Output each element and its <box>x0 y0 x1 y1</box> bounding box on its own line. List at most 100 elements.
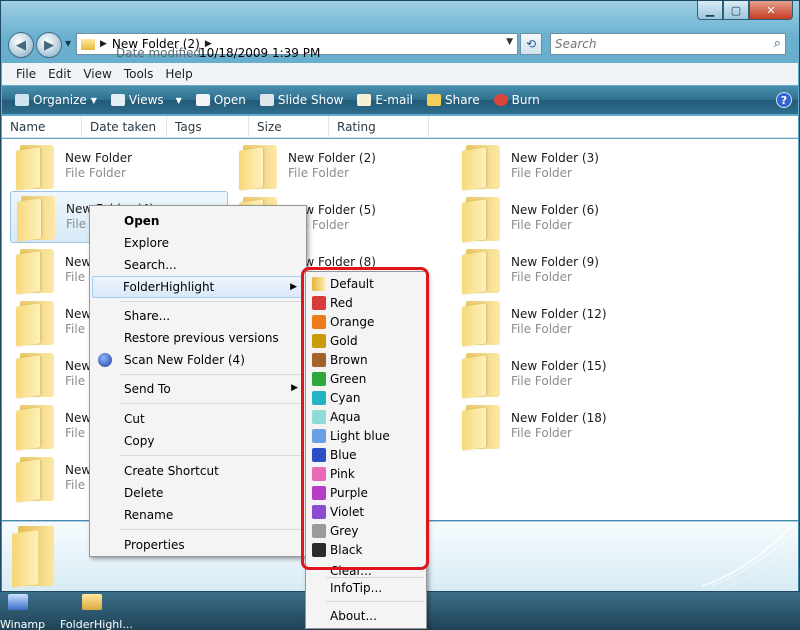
share-button[interactable]: Share <box>420 93 487 107</box>
slideshow-label: Slide Show <box>277 93 344 107</box>
close-button[interactable]: ✕ <box>749 1 793 20</box>
file-item[interactable]: New Folder (12) File Folder <box>456 297 674 349</box>
folder-icon <box>462 197 502 243</box>
menu-explore[interactable]: Explore <box>92 232 304 254</box>
details-date-value: 10/18/2009 1:39 PM <box>199 46 321 60</box>
views-label: Views <box>128 93 164 107</box>
desktop-label-folderhighlight: FolderHighl... <box>60 618 133 630</box>
folder-icon <box>462 301 502 347</box>
search-box: ⌕ <box>550 33 786 55</box>
menu-help[interactable]: Help <box>159 67 198 81</box>
open-label: Open <box>213 93 246 107</box>
menu-share[interactable]: Share... <box>92 305 304 327</box>
menu-search[interactable]: Search... <box>92 254 304 276</box>
email-button[interactable]: E-mail <box>350 93 420 107</box>
slideshow-button[interactable]: Slide Show <box>253 93 350 107</box>
menu-send-to[interactable]: Send To ▶ <box>92 378 304 400</box>
winamp-icon[interactable] <box>8 594 28 610</box>
open-button[interactable]: Open <box>189 93 253 107</box>
organize-icon <box>15 94 29 106</box>
file-type: File Folder <box>511 270 572 284</box>
menu-view[interactable]: View <box>77 67 117 81</box>
folder-icon <box>16 405 56 451</box>
menu-send-to-label: Send To <box>124 382 171 396</box>
file-item[interactable]: New Folder (2) File Folder <box>233 141 451 193</box>
column-size[interactable]: Size <box>249 116 329 138</box>
file-item[interactable]: New Folder (6) File Folder <box>456 193 674 245</box>
search-icon[interactable]: ⌕ <box>774 36 781 51</box>
file-type: File Folder <box>511 166 572 180</box>
file-item[interactable]: New Folder File Folder <box>10 141 228 193</box>
folder-icon <box>16 353 56 399</box>
menu-tools[interactable]: Tools <box>118 67 160 81</box>
back-button[interactable]: ◀ <box>8 32 34 58</box>
share-label: Share <box>444 93 480 107</box>
folder-icon <box>12 526 56 588</box>
chevron-down-icon: ▼ <box>175 95 182 105</box>
menu-about[interactable]: About... <box>306 607 424 626</box>
slideshow-icon <box>259 94 274 106</box>
address-dropdown-icon[interactable]: ▼ <box>506 37 513 47</box>
folder-icon <box>16 145 56 191</box>
organize-button[interactable]: Organize ▼ <box>8 93 104 107</box>
column-name[interactable]: Name <box>2 116 82 138</box>
forward-arrow-icon: ▶ <box>44 37 54 53</box>
file-name: New Folder (12) <box>511 307 607 321</box>
menu-restore-versions[interactable]: Restore previous versions <box>92 327 304 349</box>
menu-open[interactable]: Open <box>92 210 304 232</box>
folder-icon <box>462 145 502 191</box>
menu-rename[interactable]: Rename <box>92 504 304 526</box>
menu-copy[interactable]: Copy <box>92 430 304 452</box>
minimize-button[interactable]: ▁ <box>697 1 723 20</box>
command-toolbar: Organize ▼ Views ▼ Open Slide Show E-mail … <box>2 86 798 114</box>
folder-icon <box>16 301 56 347</box>
chevron-down-icon: ▼ <box>90 95 97 105</box>
menu-edit[interactable]: Edit <box>42 67 77 81</box>
email-icon <box>357 94 372 106</box>
forward-button[interactable]: ▶ <box>36 32 62 58</box>
share-icon <box>426 94 441 106</box>
folder-icon <box>462 249 502 295</box>
glow-swoosh-icon <box>702 527 791 588</box>
file-item[interactable]: New Folder (9) File Folder <box>456 245 674 297</box>
file-type: File Folder <box>511 426 572 440</box>
file-name: New Folder (6) <box>511 203 599 217</box>
refresh-button[interactable]: ⟲ <box>520 33 542 55</box>
menu-infotip[interactable]: InfoTip... <box>306 579 424 598</box>
menu-scan[interactable]: Scan New Folder (4) <box>92 349 304 371</box>
menu-delete[interactable]: Delete <box>92 482 304 504</box>
submenu-arrow-icon: ▶ <box>291 383 298 393</box>
recent-pages-dropdown[interactable]: ▼ <box>65 39 71 48</box>
folder-icon <box>462 353 502 399</box>
help-icon[interactable]: ? <box>776 92 792 108</box>
menu-properties[interactable]: Properties <box>92 534 304 556</box>
burn-button[interactable]: Burn <box>487 93 547 107</box>
file-name: New Folder (18) <box>511 411 607 425</box>
search-input[interactable] <box>555 37 755 51</box>
organize-label: Organize <box>33 93 87 107</box>
column-date-taken[interactable]: Date taken <box>82 116 167 138</box>
column-rating[interactable]: Rating <box>329 116 429 138</box>
folderhighlight-icon[interactable] <box>82 594 102 610</box>
file-type: File Folder <box>511 374 572 388</box>
file-type: File Folder <box>288 166 349 180</box>
views-icon <box>110 94 125 106</box>
file-item[interactable]: New Folder (15) File Folder <box>456 349 674 401</box>
maximize-button[interactable]: ▢ <box>723 1 749 20</box>
desktop-label-winamp: Winamp <box>0 618 46 630</box>
folder-icon <box>16 457 56 503</box>
details-date-label: Date modified: <box>116 46 206 60</box>
menu-cut[interactable]: Cut <box>92 408 304 430</box>
views-button[interactable]: Views ▼ <box>104 93 189 107</box>
menu-file[interactable]: File <box>10 67 42 81</box>
folder-icon <box>81 38 95 50</box>
file-item[interactable]: New Folder (18) File Folder <box>456 401 674 453</box>
open-icon <box>195 94 210 106</box>
column-tags[interactable]: Tags <box>167 116 249 138</box>
column-headers: Name Date taken Tags Size Rating <box>2 116 798 138</box>
menu-create-shortcut[interactable]: Create Shortcut <box>92 460 304 482</box>
submenu-arrow-icon: ▶ <box>290 282 297 292</box>
file-item[interactable]: New Folder (3) File Folder <box>456 141 674 193</box>
back-arrow-icon: ◀ <box>16 37 26 53</box>
menu-folderhighlight[interactable]: FolderHighlight ▶ <box>92 276 304 298</box>
